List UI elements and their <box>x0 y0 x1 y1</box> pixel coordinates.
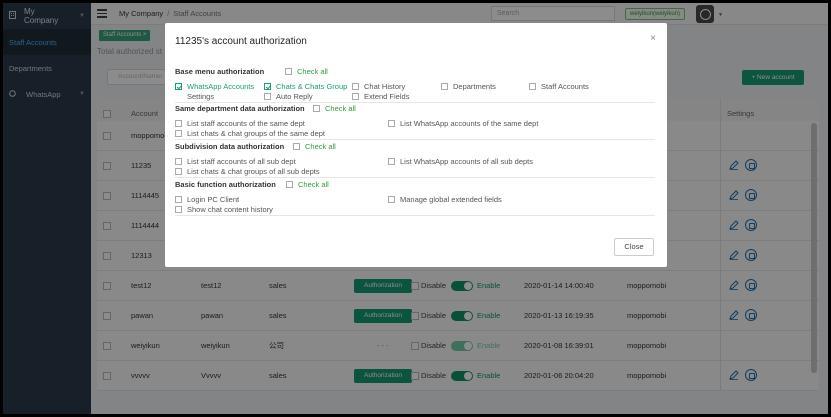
section-same-department: Same department data authorization Check… <box>175 104 655 140</box>
option-chats-same-dept[interactable]: List chats & chat groups of the same dep… <box>175 129 325 138</box>
section-title: Subdivision data authorization <box>175 142 285 151</box>
check-all-label: Check all <box>305 142 336 151</box>
option-staff-sub-dept[interactable]: List staff accounts of all sub dept <box>175 157 296 166</box>
option-label: Departments <box>453 82 496 91</box>
section-title: Basic function authorization <box>175 180 276 189</box>
option-label: Extend Fields <box>364 92 410 101</box>
option-label: Manage global extended fields <box>400 195 502 204</box>
section-title: Same department data authorization <box>175 104 305 113</box>
option-label: Settings <box>187 92 215 101</box>
check-all-label: Check all <box>325 104 356 113</box>
close-icon[interactable]: × <box>650 33 656 44</box>
option-login-pc-client[interactable]: Login PC Client <box>175 195 239 204</box>
section-subdivision: Subdivision data authorization Check all… <box>175 142 655 178</box>
option-label: List chats & chat groups of all sub dept… <box>187 167 320 176</box>
option-show-chat-history[interactable]: Show chat content history <box>175 205 273 214</box>
option-label: Auto Reply <box>276 92 313 101</box>
option-label: Login PC Client <box>187 195 240 204</box>
section-base-menu: Base menu authorization Check all WhatsA… <box>175 67 655 103</box>
option-settings[interactable]: Settings <box>175 92 214 101</box>
option-label: Chats & Chats Group <box>276 82 348 91</box>
option-chats-sub-dept[interactable]: List chats & chat groups of all sub dept… <box>175 167 320 176</box>
check-all-label: Check all <box>298 180 329 189</box>
check-all-label: Check all <box>297 67 328 76</box>
option-chat-history[interactable]: Chat History <box>352 82 405 91</box>
option-label: WhatsApp Accounts <box>187 82 255 91</box>
option-whatsapp-sub-dept[interactable]: List WhatsApp accounts of all sub depts <box>388 157 533 166</box>
option-whatsapp-same-dept[interactable]: List WhatsApp accounts of the same dept <box>388 119 538 128</box>
option-extend-fields[interactable]: Extend Fields <box>352 92 409 101</box>
option-manage-extended-fields[interactable]: Manage global extended fields <box>388 195 502 204</box>
option-whatsapp-accounts[interactable]: WhatsApp Accounts <box>175 82 254 91</box>
check-all-checkbox[interactable]: Check all <box>286 180 329 189</box>
close-button[interactable]: Close <box>614 238 654 256</box>
option-chats-groups[interactable]: Chats & Chats Group <box>264 82 347 91</box>
option-label: List staff accounts of all sub dept <box>187 157 296 166</box>
option-label: Staff Accounts <box>541 82 589 91</box>
option-label: List staff accounts of the same dept <box>187 119 305 128</box>
check-all-checkbox[interactable]: Check all <box>313 104 356 113</box>
authorization-modal: 11235's account authorization × Base men… <box>165 23 667 267</box>
app-window: My Company ▼ Staff Accounts Departments … <box>3 3 828 414</box>
modal-title: 11235's account authorization <box>175 36 307 47</box>
option-staff-same-dept[interactable]: List staff accounts of the same dept <box>175 119 305 128</box>
option-label: List WhatsApp accounts of the same dept <box>400 119 539 128</box>
option-departments[interactable]: Departments <box>441 82 496 91</box>
option-label: Show chat content history <box>187 205 273 214</box>
section-basic-function: Basic function authorization Check all L… <box>175 180 655 216</box>
check-all-checkbox[interactable]: Check all <box>293 142 336 151</box>
option-label: Chat History <box>364 82 406 91</box>
option-label: List chats & chat groups of the same dep… <box>187 129 325 138</box>
option-label: List WhatsApp accounts of all sub depts <box>400 157 533 166</box>
check-all-checkbox[interactable]: Check all <box>285 67 328 76</box>
option-staff-accounts[interactable]: Staff Accounts <box>529 82 589 91</box>
option-auto-reply[interactable]: Auto Reply <box>264 92 313 101</box>
section-title: Base menu authorization <box>175 67 265 76</box>
